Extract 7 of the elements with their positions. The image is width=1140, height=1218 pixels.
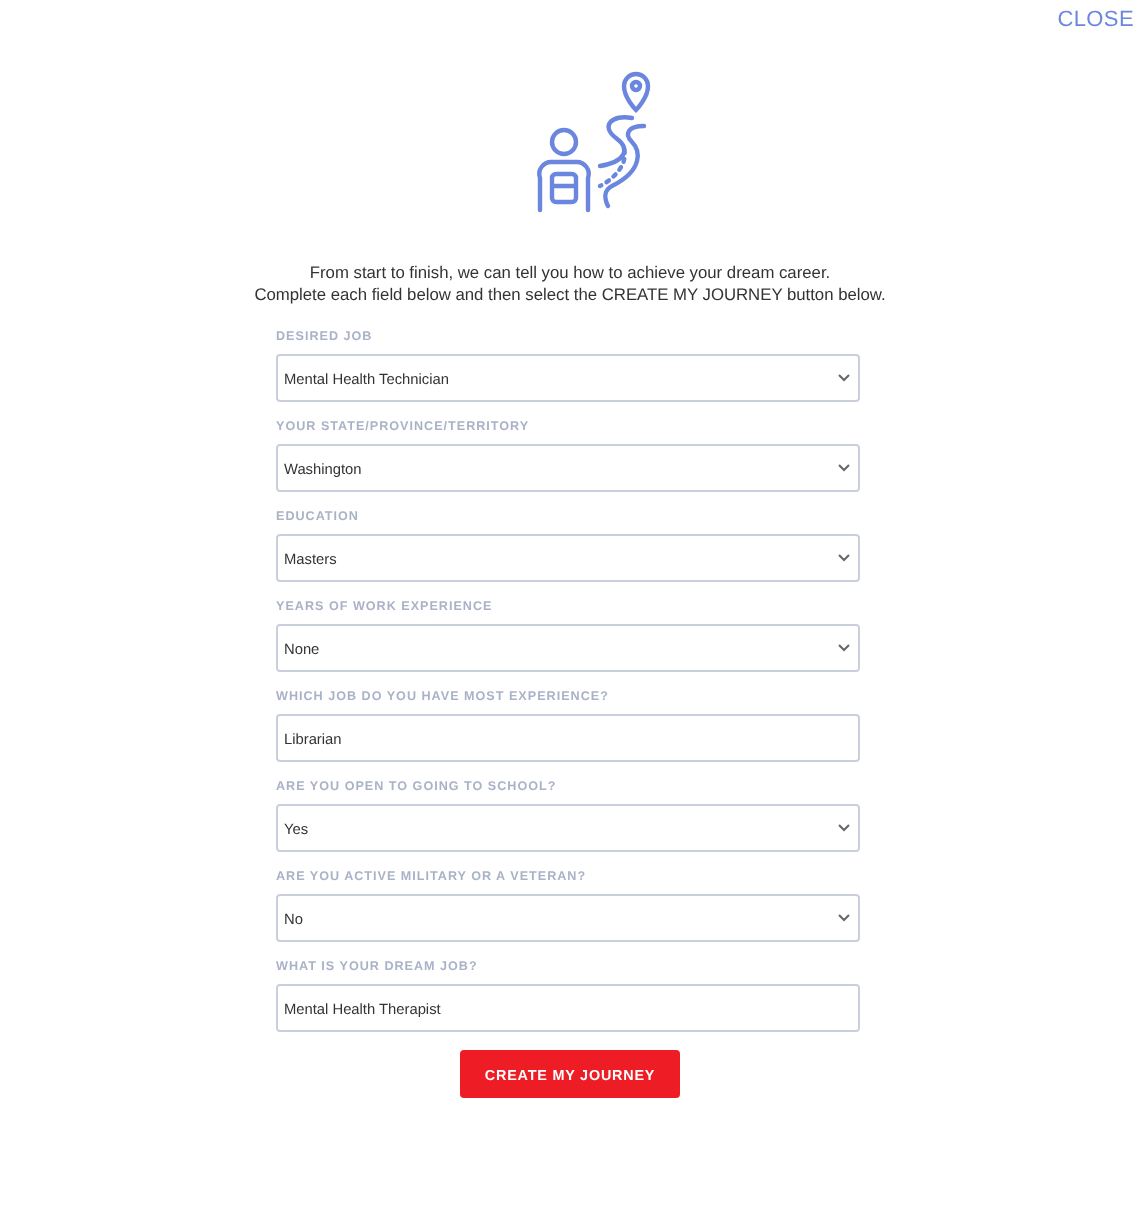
caret-icon	[838, 644, 850, 652]
intro-text: From start to finish, we can tell you how to achieve your dream career. Complete each field below and then select the CREATE MY JOURNEY button below.	[254, 262, 886, 306]
caret-icon	[838, 914, 850, 922]
caret-icon	[838, 554, 850, 562]
caret-icon	[838, 464, 850, 472]
caret-icon	[838, 824, 850, 832]
caret-icon	[838, 374, 850, 382]
